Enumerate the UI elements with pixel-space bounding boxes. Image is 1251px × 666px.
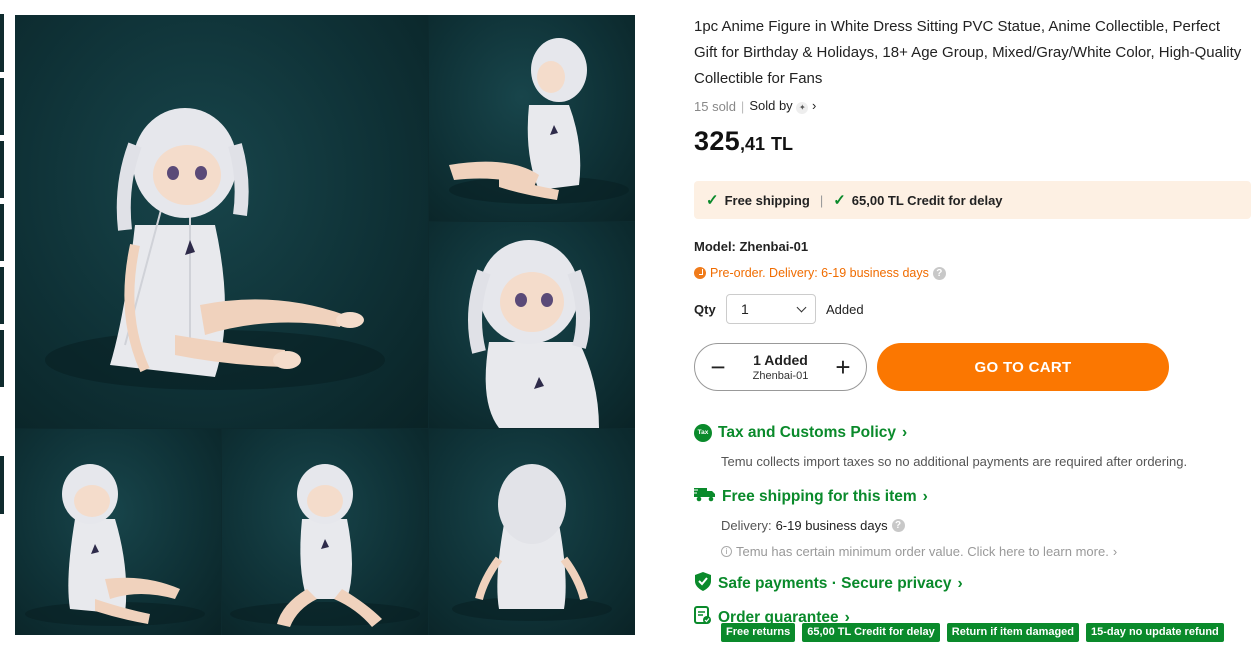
guarantee-icon: [694, 606, 712, 630]
price-decimal: ,41: [739, 134, 765, 154]
go-to-cart-button[interactable]: GO TO CART: [877, 343, 1169, 391]
sold-by-label: Sold by: [749, 98, 793, 113]
product-photo-closeup: [429, 222, 635, 428]
quantity-value: 1: [741, 301, 749, 317]
thumbnail[interactable]: [0, 267, 4, 324]
thumbnail[interactable]: [0, 14, 4, 72]
shield-icon: [694, 572, 712, 596]
thumbnail[interactable]: [0, 204, 4, 261]
decrease-button[interactable]: −: [707, 354, 729, 380]
minimum-order-text: Temu has certain minimum order value. Cl…: [736, 544, 1109, 559]
guarantee-badges: Free returns 65,00 TL Credit for delay R…: [721, 623, 1224, 642]
price-integer: 325: [694, 126, 740, 156]
thumbnail[interactable]: [0, 456, 4, 514]
badge-delay-credit: 65,00 TL Credit for delay: [802, 623, 940, 642]
safe-payments-title: Safe payments · Secure privacy: [718, 575, 952, 592]
tax-icon: Tax: [694, 424, 712, 442]
stepper-status: 1 Added Zhenbai-01: [753, 352, 809, 383]
chevron-right-icon: ›: [811, 98, 817, 113]
help-icon[interactable]: ?: [932, 266, 946, 280]
help-icon[interactable]: ?: [891, 519, 905, 532]
badge-no-update-refund: 15-day no update refund: [1086, 623, 1224, 642]
thumbnail[interactable]: [0, 78, 4, 135]
chevron-right-icon: ›: [957, 575, 963, 592]
price: 325 ,41 TL: [694, 126, 1251, 157]
product-details-panel: 1pc Anime Figure in White Dress Sitting …: [694, 14, 1251, 626]
stepper-added-count: 1 Added: [753, 351, 808, 368]
stepper-model: Zhenbai-01: [752, 369, 809, 382]
thumbnail-strip[interactable]: [0, 14, 4, 519]
model-label: Model: Zhenbai-01: [694, 239, 809, 254]
shipping-credit-bar: ✓ Free shipping | ✓ 65,00 TL Credit for …: [694, 181, 1251, 219]
badge-return-damaged: Return if item damaged: [946, 623, 1080, 642]
minimum-order-note[interactable]: i Temu has certain minimum order value. …: [721, 544, 1117, 559]
quantity-row: Qty 1 Added: [694, 294, 864, 324]
product-photo-angle-1: [15, 429, 221, 635]
check-icon: ✓: [833, 192, 846, 209]
product-photo-main: [15, 15, 428, 428]
divider: |: [740, 98, 745, 114]
product-photo-front: [222, 429, 428, 635]
product-photo-side: [429, 15, 635, 221]
thumbnail[interactable]: [0, 330, 4, 387]
tax-policy-link[interactable]: Tax Tax and Customs Policy ›: [694, 424, 907, 442]
product-photo-back: [429, 429, 635, 635]
divider: |: [819, 192, 824, 208]
clock-icon: [694, 267, 706, 279]
preorder-notice: Pre-order. Delivery: 6-19 business days …: [694, 266, 946, 280]
qty-label: Qty: [694, 301, 716, 317]
delivery-value: 6-19 business days: [775, 518, 888, 533]
sales-meta: 15 sold | Sold by ✦ ›: [694, 98, 1251, 114]
price-currency: TL: [770, 134, 793, 154]
added-status: Added: [826, 301, 864, 317]
product-image[interactable]: [15, 15, 635, 635]
chevron-right-icon: ›: [1112, 544, 1118, 559]
free-shipping-title: Free shipping for this item: [722, 487, 917, 505]
quantity-stepper: − 1 Added Zhenbai-01 +: [694, 343, 867, 391]
sold-count: 15 sold: [694, 98, 736, 114]
tax-policy-title: Tax and Customs Policy: [718, 424, 897, 441]
truck-icon: [694, 486, 716, 507]
delay-credit-label: 65,00 TL Credit for delay: [851, 192, 1003, 208]
preorder-text: Pre-order. Delivery: 6-19 business days: [710, 266, 929, 280]
chevron-right-icon: ›: [902, 424, 908, 441]
delivery-info: Delivery: 6-19 business days ?: [721, 518, 905, 533]
increase-button[interactable]: +: [832, 354, 854, 380]
thumbnail[interactable]: [0, 141, 4, 198]
tax-policy-text: Temu collects import taxes so no additio…: [721, 454, 1188, 469]
free-shipping-label: Free shipping: [724, 192, 810, 208]
free-shipping-link[interactable]: Free shipping for this item ›: [694, 486, 928, 507]
quantity-select[interactable]: 1: [726, 294, 816, 324]
delivery-label: Delivery:: [721, 518, 772, 533]
badge-free-returns: Free returns: [721, 623, 796, 642]
chevron-right-icon: ›: [922, 487, 928, 505]
info-icon: i: [721, 546, 732, 557]
product-title: 1pc Anime Figure in White Dress Sitting …: [694, 18, 1242, 87]
safe-payments-link[interactable]: Safe payments · Secure privacy ›: [694, 572, 963, 596]
chevron-down-icon: [796, 302, 807, 312]
check-icon: ✓: [706, 192, 719, 209]
store-logo-icon: ✦: [796, 102, 809, 114]
sold-by-link[interactable]: Sold by ✦ ›: [749, 98, 816, 114]
